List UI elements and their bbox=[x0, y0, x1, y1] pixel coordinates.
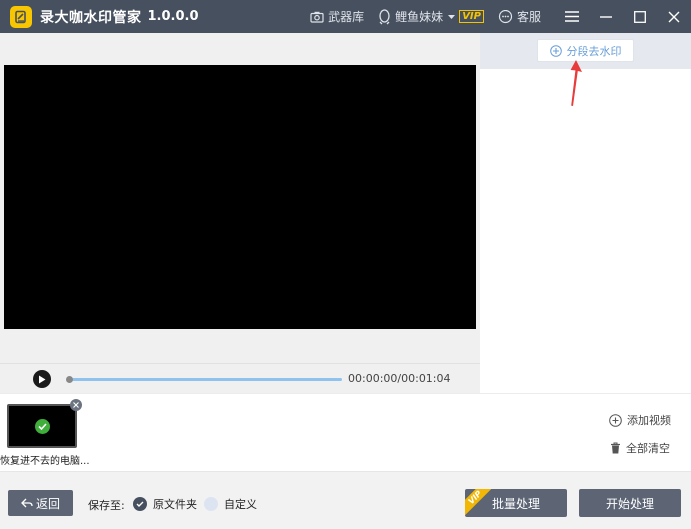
player-controls: 00:00:00/00:01:04 bbox=[0, 363, 480, 393]
seek-handle[interactable] bbox=[66, 376, 73, 383]
menu-button[interactable] bbox=[555, 0, 589, 33]
app-logo-icon bbox=[10, 5, 32, 28]
app-title: 录大咖水印管家 bbox=[40, 9, 142, 26]
caret-down-icon bbox=[448, 14, 456, 19]
back-label: 返回 bbox=[35, 496, 60, 511]
close-icon bbox=[668, 11, 680, 22]
remove-file-button[interactable] bbox=[70, 399, 82, 411]
seek-bar[interactable] bbox=[72, 378, 342, 381]
time-display: 00:00:00/00:01:04 bbox=[348, 372, 451, 385]
qq-penguin-icon bbox=[379, 8, 390, 24]
arsenal-button[interactable]: 武器库 bbox=[310, 8, 364, 25]
option-custom-label: 自定义 bbox=[224, 498, 257, 511]
maximize-button[interactable] bbox=[623, 0, 657, 33]
clear-all-label: 全部清空 bbox=[626, 442, 670, 455]
start-label: 开始处理 bbox=[605, 496, 654, 511]
back-button[interactable]: 返回 bbox=[8, 490, 73, 516]
radio-custom-folder[interactable]: 自定义 bbox=[204, 496, 257, 512]
video-preview-area: 00:00:00/00:01:04 bbox=[0, 33, 480, 393]
radio-original-folder[interactable]: 原文件夹 bbox=[133, 496, 197, 512]
save-to-label: 保存至: bbox=[88, 499, 125, 512]
plus-circle-icon bbox=[609, 413, 622, 427]
divider bbox=[0, 471, 691, 479]
service-label: 客服 bbox=[516, 10, 541, 24]
annotation-arrow-icon bbox=[570, 60, 582, 106]
close-button[interactable] bbox=[657, 0, 691, 33]
hamburger-icon bbox=[565, 11, 579, 22]
vip-badge: VIP bbox=[459, 10, 484, 23]
customer-service-button[interactable]: 客服 bbox=[498, 8, 541, 25]
add-video-label: 添加视频 bbox=[627, 414, 671, 427]
option-original-label: 原文件夹 bbox=[153, 498, 197, 511]
batch-label: 批量处理 bbox=[491, 496, 540, 511]
plus-circle-icon bbox=[549, 44, 562, 57]
clear-all-button[interactable]: 全部清空 bbox=[610, 440, 670, 456]
close-icon bbox=[73, 402, 79, 408]
start-process-button[interactable]: 开始处理 bbox=[579, 489, 681, 517]
bottom-toolbar: 返回 保存至: 原文件夹 自定义 VIP 批量处理 开始处理 bbox=[0, 479, 691, 529]
maximize-icon bbox=[634, 10, 646, 23]
back-arrow-icon bbox=[21, 498, 33, 508]
add-video-button[interactable]: 添加视频 bbox=[609, 412, 671, 428]
play-icon bbox=[39, 375, 46, 383]
batch-process-button[interactable]: VIP 批量处理 bbox=[465, 489, 567, 517]
app-version: 1.0.0.0 bbox=[147, 9, 199, 24]
check-icon bbox=[34, 418, 50, 434]
title-bar: 录大咖水印管家 1.0.0.0 武器库 鲤鱼妹妹 VIP 客服 bbox=[0, 0, 691, 33]
play-button[interactable] bbox=[33, 370, 51, 388]
file-name: 恢复进不去的电脑... bbox=[0, 456, 90, 467]
radio-checked-icon bbox=[133, 497, 147, 511]
user-name: 鲤鱼妹妹 bbox=[395, 10, 444, 24]
video-canvas[interactable] bbox=[4, 65, 476, 329]
minimize-button[interactable] bbox=[589, 0, 623, 33]
file-list: 恢复进不去的电脑... 添加视频 全部清空 bbox=[0, 393, 691, 471]
trash-icon bbox=[611, 442, 620, 454]
camera-icon bbox=[310, 11, 324, 23]
video-thumbnail[interactable] bbox=[7, 404, 77, 448]
arsenal-label: 武器库 bbox=[328, 10, 365, 24]
chat-icon bbox=[498, 9, 513, 23]
radio-unchecked-icon bbox=[204, 497, 218, 511]
minimize-icon bbox=[600, 15, 612, 18]
user-menu[interactable]: 鲤鱼妹妹 VIP bbox=[378, 8, 484, 25]
segment-button-label: 分段去水印 bbox=[566, 44, 622, 58]
